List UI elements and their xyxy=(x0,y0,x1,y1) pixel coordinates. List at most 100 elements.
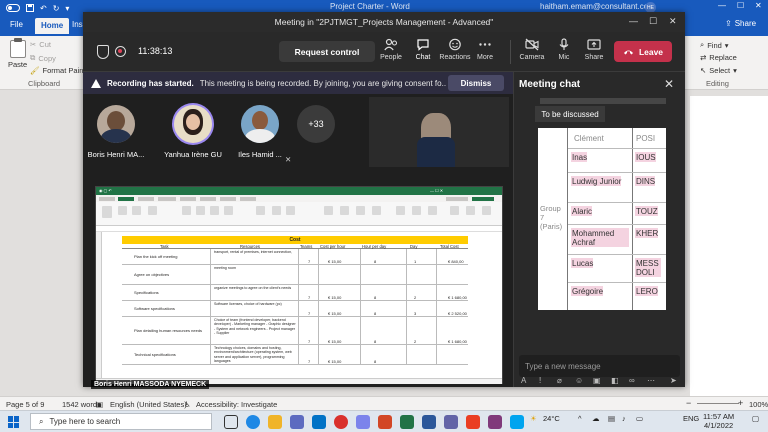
dismiss-button[interactable]: Dismiss xyxy=(448,75,504,91)
more-participants-button[interactable]: +33 xyxy=(297,105,335,143)
format-icon[interactable]: A xyxy=(521,376,526,385)
status-language[interactable]: English (United States) xyxy=(110,400,187,409)
autosave-icon[interactable] xyxy=(6,4,20,12)
acrobat-icon[interactable] xyxy=(466,415,480,429)
meeting-title: Meeting in "2PJTMGT_Projects Management … xyxy=(274,17,494,27)
more-options-icon[interactable]: ⋯ xyxy=(647,376,655,385)
word-maximize-icon[interactable]: ☐ xyxy=(737,1,744,10)
teams-maximize-icon[interactable]: ☐ xyxy=(649,16,657,27)
emoji-icon[interactable]: ☺ xyxy=(575,376,583,385)
chrome-icon[interactable] xyxy=(334,415,348,429)
chat-message-to-be-discussed[interactable]: To be discussed xyxy=(535,106,605,122)
powerpoint-icon[interactable] xyxy=(378,415,392,429)
request-control-button[interactable]: Request control xyxy=(279,41,375,62)
leave-button[interactable]: Leave xyxy=(614,41,672,62)
taskbar-search-box[interactable]: ⌕ Type here to search xyxy=(30,413,212,430)
onenote-icon[interactable] xyxy=(488,415,502,429)
network-icon[interactable]: ▤ xyxy=(608,414,615,423)
save-icon[interactable] xyxy=(26,4,34,12)
gif-icon[interactable]: ▣ xyxy=(593,376,601,385)
send-icon[interactable]: ➤ xyxy=(670,376,677,385)
meeting-stage: Boris Henri MA... Yanhua Irène GU Iles H… xyxy=(83,94,513,389)
redo-icon[interactable]: ↻ xyxy=(53,4,60,13)
meeting-info-shield-icon[interactable] xyxy=(97,45,109,59)
outlook-icon[interactable] xyxy=(312,415,326,429)
shared-excel-screen[interactable]: ◉ ▢ ↶ — ☐ ✕ Cost Task Resources Teams Co… xyxy=(95,186,503,384)
copy-button[interactable]: ⧉ Copy xyxy=(30,53,56,63)
notifications-icon[interactable]: ▢ xyxy=(752,414,759,423)
taskbar-clock[interactable]: 11:57 AM 4/1/2022 xyxy=(703,412,734,430)
cell-border xyxy=(298,301,299,316)
task-view-icon[interactable] xyxy=(224,415,238,429)
teams-taskbar-icon[interactable] xyxy=(356,415,370,429)
shared-excel-tab xyxy=(446,196,468,201)
presenter-video-tile[interactable] xyxy=(369,97,509,167)
tab-insert[interactable]: Ins xyxy=(72,20,83,29)
teams-minimize-icon[interactable]: — xyxy=(629,16,638,26)
tab-file[interactable]: File xyxy=(10,20,23,29)
store-icon[interactable] xyxy=(290,415,304,429)
cell-border xyxy=(210,301,211,316)
loop-icon[interactable]: ∞ xyxy=(629,376,635,385)
taskbar-weather[interactable]: 24°C xyxy=(543,414,560,423)
status-accessibility[interactable]: Accessibility: Investigate xyxy=(196,400,277,409)
mic-icon xyxy=(559,38,569,50)
more-button[interactable]: More xyxy=(468,38,502,61)
status-page[interactable]: Page 5 of 9 xyxy=(6,400,44,409)
meeting-chat-header: Meeting chat ✕ xyxy=(514,72,686,98)
mic-button[interactable]: Mic xyxy=(547,38,581,61)
paste-button[interactable]: Paste xyxy=(8,38,27,69)
edge-icon[interactable] xyxy=(246,415,260,429)
taskbar-language[interactable]: ENG xyxy=(683,414,699,423)
participant-tile[interactable]: Boris Henri MA... xyxy=(85,105,147,159)
taskbar-date: 4/1/2022 xyxy=(703,421,734,430)
find-button[interactable]: ⌕ Find ▾ xyxy=(700,40,729,50)
excel-icon[interactable] xyxy=(400,415,414,429)
participant-tile[interactable]: Iles Hamid ... ✕ xyxy=(229,105,291,164)
chat-button[interactable]: Chat xyxy=(406,38,440,61)
zoom-out-icon[interactable]: − xyxy=(686,398,691,408)
teams-meeting-taskbar-icon[interactable] xyxy=(444,415,458,429)
select-button[interactable]: ↖ Select ▾ xyxy=(700,66,737,75)
word-share-button[interactable]: ⇪ Share xyxy=(725,19,756,28)
proofing-icon[interactable]: ▣ xyxy=(96,400,103,409)
word-close-icon[interactable]: ✕ xyxy=(755,1,762,10)
replace-button[interactable]: ⇄ Replace xyxy=(700,53,737,62)
shared-excel-tab xyxy=(240,196,256,201)
attach-icon[interactable]: ⌀ xyxy=(557,376,562,385)
tray-expand-icon[interactable]: ^ xyxy=(578,414,582,423)
word-taskbar-icon[interactable] xyxy=(422,415,436,429)
word-minimize-icon[interactable]: — xyxy=(718,1,726,10)
chat-table-group-column: Group 7 (Paris) xyxy=(538,128,568,310)
volume-icon[interactable]: ♪ xyxy=(622,414,626,423)
reactions-button[interactable]: Reactions xyxy=(438,38,472,61)
cost-table-row: Technical specifications Technology choic… xyxy=(122,345,468,365)
share-screen-button[interactable]: Share xyxy=(577,38,611,61)
word-page[interactable] xyxy=(690,96,768,396)
sticker-icon[interactable]: ◧ xyxy=(611,376,619,385)
camera-button[interactable]: Camera xyxy=(515,38,549,61)
priority-icon[interactable]: ! xyxy=(539,376,541,385)
chat-message-table[interactable]: Group 7 (Paris) Clément POSI Inas IOUS Lud… xyxy=(538,128,666,310)
participant-tile[interactable]: Yanhua Irène GU xyxy=(162,105,224,159)
undo-icon[interactable]: ↶ xyxy=(40,4,47,13)
chat-message-input[interactable]: Type a new message xyxy=(519,355,680,377)
cloud-icon[interactable]: ☁ xyxy=(592,414,600,423)
share-tray-icon xyxy=(587,39,601,50)
zoom-in-icon[interactable]: + xyxy=(738,398,743,408)
tab-home[interactable]: Home xyxy=(35,18,70,34)
file-explorer-icon[interactable] xyxy=(268,415,282,429)
status-words[interactable]: 1542 words xyxy=(62,400,101,409)
teams-close-icon[interactable]: ✕ xyxy=(669,16,677,27)
cut-button[interactable]: ✂ Cut xyxy=(30,40,51,49)
people-button[interactable]: People xyxy=(374,38,408,61)
battery-icon[interactable]: ▭ xyxy=(636,414,643,423)
weather-icon[interactable]: ☀ xyxy=(530,414,537,423)
close-chat-icon[interactable]: ✕ xyxy=(664,77,674,91)
people-label: People xyxy=(380,54,402,61)
windows-start-icon[interactable] xyxy=(8,416,20,428)
onedrive-app-icon[interactable] xyxy=(510,415,524,429)
status-zoom[interactable]: 100% xyxy=(749,400,768,409)
customize-qat-icon[interactable]: ▾ xyxy=(65,4,69,13)
zoom-slider[interactable] xyxy=(697,403,739,404)
